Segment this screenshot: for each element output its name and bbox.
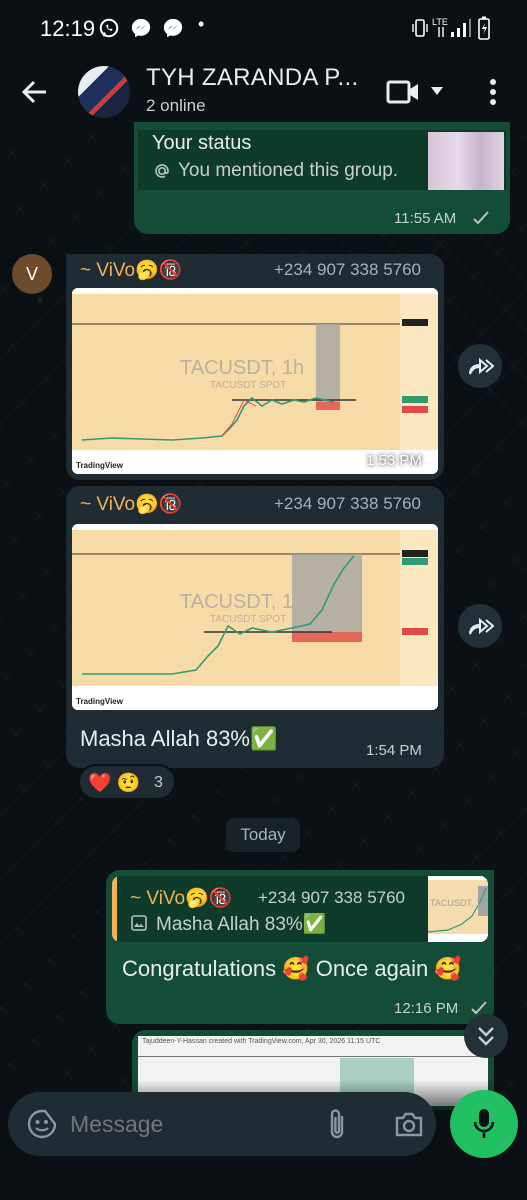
- status-time: 12:19: [40, 16, 96, 41]
- tradingview-logo: TradingView: [76, 461, 124, 470]
- quote-text: You mentioned this group.: [178, 160, 399, 181]
- battery-icon: [478, 16, 490, 40]
- sender-name[interactable]: ~ ViVo🥱🔞: [80, 492, 182, 516]
- notification-dot: •: [198, 14, 205, 34]
- messenger-icon: [131, 18, 151, 38]
- date-divider: Today: [226, 818, 300, 852]
- chart-caption: Tajuddeen-Y-Hassan created with TradingV…: [142, 1038, 381, 1045]
- whatsapp-icon: [99, 18, 119, 38]
- reaction-emojis: ❤️ 🤨: [88, 773, 141, 794]
- message-text: Congratulations 🥰 Once again 🥰: [122, 956, 462, 981]
- quote-title: Your status: [152, 132, 252, 154]
- chart-watermark: TACUSDT, 1h: [180, 591, 304, 613]
- chart-graphic: TACUSDT, 1h TACUSDT SPOT TradingView: [72, 524, 438, 710]
- messenger-icon-2: [163, 18, 183, 38]
- sent-check-icon: [473, 211, 489, 225]
- online-status: 2 online: [146, 96, 206, 115]
- chart-line: [138, 1056, 488, 1057]
- sender-phone: +234 907 338 5760: [274, 494, 422, 513]
- call-dropdown-icon[interactable]: [430, 86, 444, 96]
- chart-watermark-sub: TACUSDT SPOT: [210, 614, 286, 625]
- chart-watermark: TACUSDT, 1h: [180, 357, 304, 379]
- sticker-icon[interactable]: [26, 1108, 58, 1140]
- sender-name[interactable]: ~ ViVo🥱🔞: [80, 258, 182, 282]
- chart-watermark-sub: TACUSDT SPOT: [210, 380, 286, 391]
- vibrate-icon: [412, 19, 428, 37]
- chart-graphic: TACUSDT, 1h TACUSDT SPOT TradingView: [72, 288, 438, 474]
- quote-thumbnail: TACUSDT, 1: [428, 876, 488, 942]
- camera-icon[interactable]: [394, 1110, 424, 1138]
- message-input[interactable]: [70, 1104, 310, 1144]
- group-avatar[interactable]: [78, 66, 130, 118]
- photo-icon: [131, 915, 147, 931]
- video-call-icon[interactable]: [386, 78, 420, 106]
- quote-phone: +234 907 338 5760: [258, 888, 406, 907]
- back-arrow-icon[interactable]: [20, 78, 50, 106]
- forward-icon: [469, 357, 494, 375]
- quote-sender: ~ ViVo🥱🔞: [130, 888, 233, 909]
- double-chevron-down-icon: [478, 1027, 494, 1046]
- forward-icon: [469, 617, 494, 635]
- quote-text: Masha Allah 83%✅: [156, 914, 327, 935]
- message-time: 12:16 PM: [394, 1000, 459, 1017]
- chat-title[interactable]: TYH ZARANDA P...: [146, 64, 358, 92]
- status-thumbnail: [428, 132, 504, 190]
- sender-phone: +234 907 338 5760: [274, 260, 422, 279]
- sender-avatar[interactable]: V: [12, 254, 52, 294]
- mention-icon: [155, 164, 169, 178]
- chart-image[interactable]: TACUSDT, 1h TACUSDT SPOT TradingView: [72, 288, 438, 474]
- signal-icon: [451, 19, 471, 37]
- message-time: 11:55 AM: [394, 210, 457, 227]
- message-time: 1:54 PM: [366, 742, 422, 759]
- chart-image[interactable]: TACUSDT, 1h TACUSDT SPOT TradingView: [72, 524, 438, 710]
- data-arrows-icon: [438, 27, 444, 37]
- attach-icon[interactable]: [326, 1108, 348, 1140]
- reaction-count: 3: [154, 774, 163, 791]
- tradingview-logo: TradingView: [76, 697, 124, 706]
- image-time: 1:53 PM: [366, 452, 422, 469]
- message-text: Masha Allah 83%✅: [80, 726, 278, 751]
- quote-thumb-text: TACUSDT, 1: [430, 898, 481, 908]
- microphone-icon: [473, 1109, 495, 1138]
- more-options-icon[interactable]: [488, 78, 498, 106]
- quote-accent-bar: [112, 876, 117, 942]
